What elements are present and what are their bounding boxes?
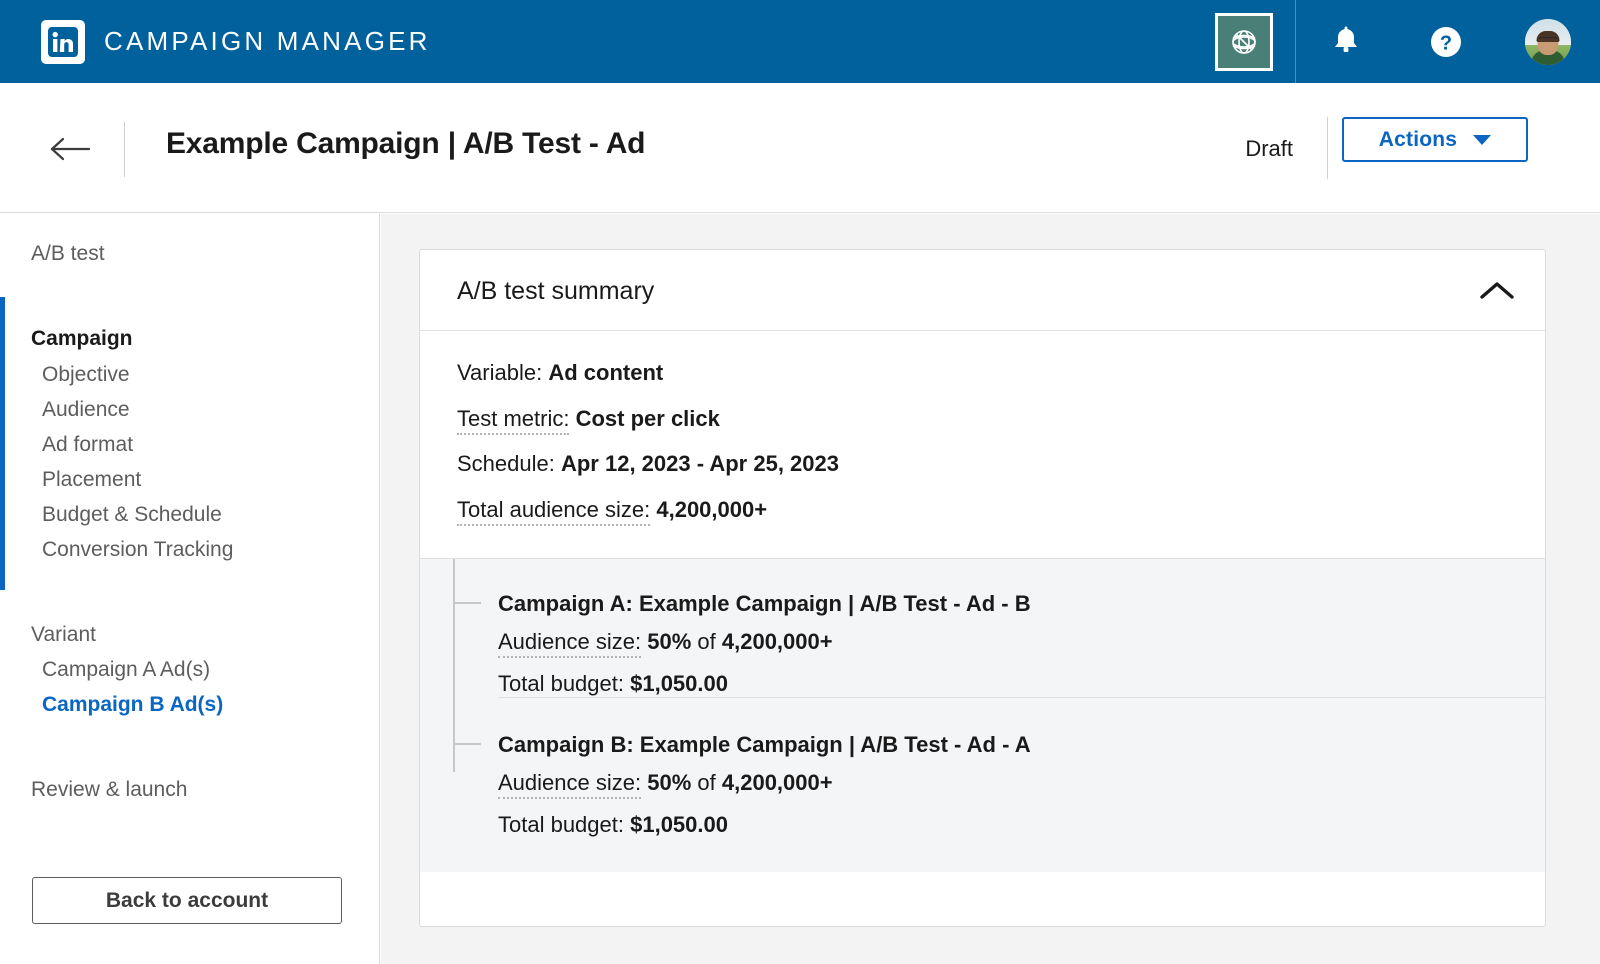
variant-audience-a: Audience size: 50% of 4,200,000+ — [498, 629, 1545, 655]
summary-value-audience-size: 4,200,000+ — [656, 497, 767, 522]
summary-value-schedule: Apr 12, 2023 - Apr 25, 2023 — [561, 451, 839, 476]
summary-row-variable: Variable: Ad content — [457, 359, 1545, 388]
summary-label-test-metric[interactable]: Test metric: — [457, 406, 569, 435]
sidebar-item-ab-test[interactable]: A/B test — [31, 242, 105, 266]
variant-audience-label-b[interactable]: Audience size: — [498, 770, 641, 799]
linkedin-logo-icon — [41, 20, 85, 64]
summary-row-test-metric: Test metric: Cost per click — [457, 405, 1545, 434]
variant-audience-pct-b: 50% — [647, 770, 691, 795]
sidebar-item-campaign-a-ads[interactable]: Campaign A Ad(s) — [42, 658, 210, 682]
card-title: A/B test summary — [457, 277, 654, 306]
summary-row-schedule: Schedule: Apr 12, 2023 - Apr 25, 2023 — [457, 450, 1545, 479]
sidebar-group-variant[interactable]: Variant — [31, 623, 96, 647]
main-content: A/B test summary Variable: Ad content Te… — [381, 214, 1600, 964]
variant-budget-label-b: Total budget: — [498, 812, 624, 837]
variant-item-campaign-a: Campaign A: Example Campaign | A/B Test … — [420, 559, 1545, 697]
actions-button-label: Actions — [1379, 128, 1457, 152]
variant-audience-of-b: of — [697, 770, 715, 795]
sidebar-item-budget-schedule[interactable]: Budget & Schedule — [42, 503, 222, 527]
sidebar-item-review-launch[interactable]: Review & launch — [31, 778, 187, 802]
variant-budget-value-b: $1,050.00 — [630, 812, 728, 837]
variant-list: Campaign A: Example Campaign | A/B Test … — [420, 558, 1545, 872]
question-circle-icon[interactable]: ? — [1396, 0, 1496, 83]
variant-audience-of-a: of — [697, 629, 715, 654]
user-avatar[interactable] — [1496, 0, 1600, 83]
sidebar-item-conversion-tracking[interactable]: Conversion Tracking — [42, 538, 233, 562]
sidebar-item-audience[interactable]: Audience — [42, 398, 130, 422]
svg-text:?: ? — [1440, 32, 1452, 54]
variant-title-b: Campaign B: Example Campaign | A/B Test … — [498, 732, 1545, 758]
sidebar-item-objective[interactable]: Objective — [42, 363, 130, 387]
ab-test-summary-card: A/B test summary Variable: Ad content Te… — [419, 249, 1546, 927]
tree-branch-icon — [453, 602, 481, 604]
campaign-sidebar: A/B test Campaign Objective Audience Ad … — [0, 214, 380, 964]
summary-label-schedule: Schedule: — [457, 451, 555, 476]
avatar-image — [1525, 19, 1571, 65]
variant-item-campaign-b: Campaign B: Example Campaign | A/B Test … — [420, 698, 1545, 838]
variant-audience-pct-a: 50% — [647, 629, 691, 654]
summary-row-audience-size: Total audience size: 4,200,000+ — [457, 496, 1545, 525]
variant-audience-b: Audience size: 50% of 4,200,000+ — [498, 770, 1545, 796]
chevron-up-icon[interactable] — [1471, 268, 1523, 314]
page-title: Example Campaign | A/B Test - Ad — [166, 127, 645, 161]
card-header: A/B test summary — [420, 250, 1545, 331]
variant-budget-value-a: $1,050.00 — [630, 671, 728, 696]
variant-title-a: Campaign A: Example Campaign | A/B Test … — [498, 591, 1545, 617]
variant-budget-label-a: Total budget: — [498, 671, 624, 696]
sidebar-group-campaign[interactable]: Campaign — [31, 327, 133, 351]
sidebar-item-ad-format[interactable]: Ad format — [42, 433, 133, 457]
status-badge: Draft — [1245, 136, 1293, 162]
campaign-manager-page: CAMPAIGN MANAGER — [0, 0, 1600, 964]
caret-down-icon — [1473, 135, 1491, 145]
header-actions: ? — [1215, 0, 1600, 83]
subheader-divider-2 — [1327, 117, 1328, 179]
summary-details: Variable: Ad content Test metric: Cost p… — [420, 331, 1545, 558]
campaign-subheader: Example Campaign | A/B Test - Ad Draft A… — [0, 83, 1600, 213]
summary-label-variable: Variable: — [457, 360, 542, 385]
brand-lockup[interactable]: CAMPAIGN MANAGER — [41, 20, 431, 64]
subheader-divider — [124, 122, 125, 177]
variant-budget-b: Total budget: $1,050.00 — [498, 812, 1545, 838]
brand-title: CAMPAIGN MANAGER — [104, 26, 431, 57]
sidebar-item-campaign-b-ads[interactable]: Campaign B Ad(s) — [42, 693, 223, 717]
summary-label-audience-size[interactable]: Total audience size: — [457, 497, 650, 526]
actions-button[interactable]: Actions — [1342, 117, 1528, 162]
global-header: CAMPAIGN MANAGER — [0, 0, 1600, 83]
bell-icon[interactable] — [1296, 0, 1396, 83]
sidebar-item-placement[interactable]: Placement — [42, 468, 141, 492]
variant-budget-a: Total budget: $1,050.00 — [498, 671, 1545, 697]
back-to-account-label: Back to account — [106, 889, 268, 913]
summary-value-test-metric: Cost per click — [576, 406, 720, 431]
variant-audience-total-b: 4,200,000+ — [722, 770, 833, 795]
tree-branch-icon — [453, 743, 481, 745]
variant-audience-label-a[interactable]: Audience size: — [498, 629, 641, 658]
variant-audience-total-a: 4,200,000+ — [722, 629, 833, 654]
back-arrow-icon[interactable] — [48, 129, 92, 169]
sidebar-active-accent — [0, 297, 5, 590]
summary-value-variable: Ad content — [548, 360, 663, 385]
back-to-account-button[interactable]: Back to account — [32, 877, 342, 924]
org-globe-icon[interactable] — [1215, 13, 1273, 71]
